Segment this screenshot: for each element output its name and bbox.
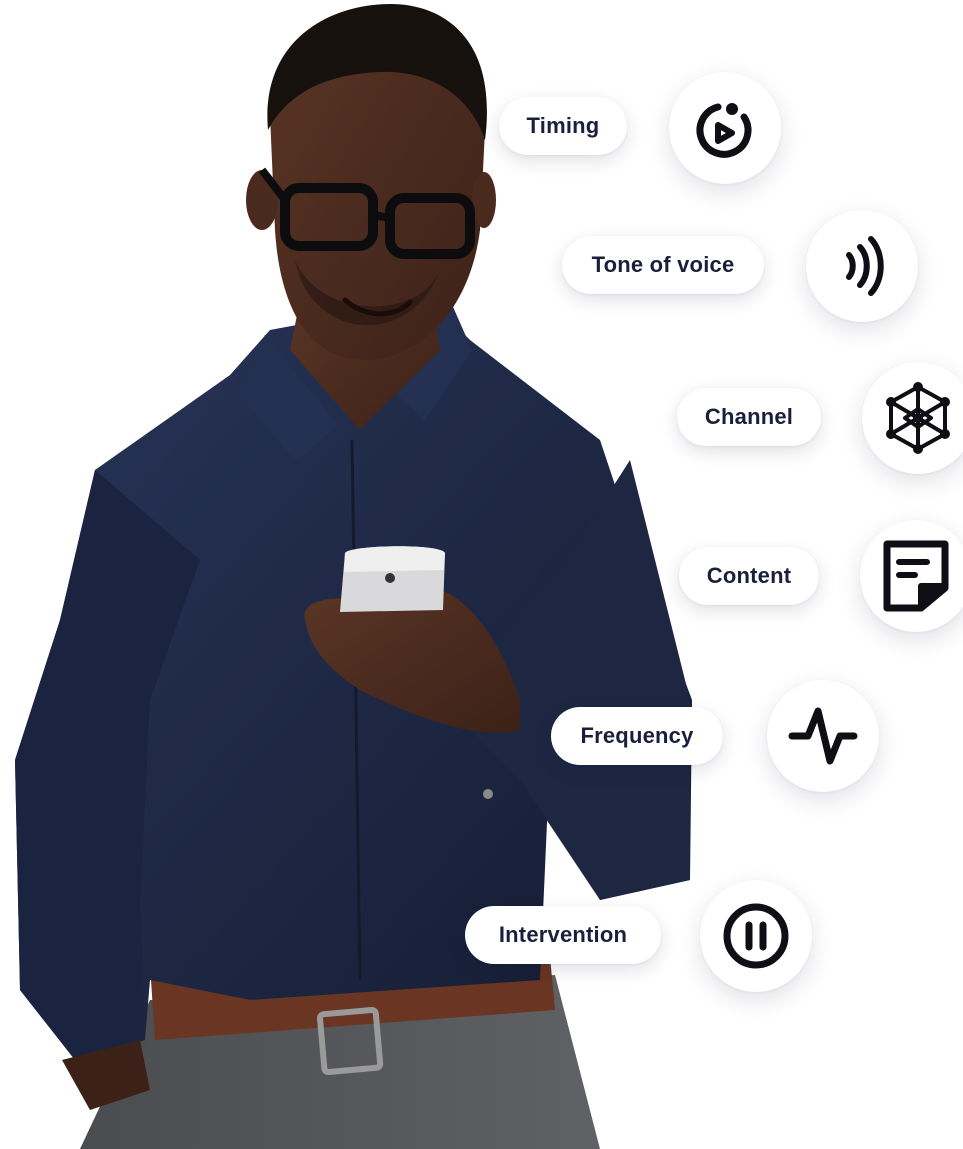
feature-label-channel: Channel: [677, 388, 821, 446]
frequency-bubble: [767, 680, 879, 792]
sound-waves-icon: [846, 236, 884, 296]
network-molecule-icon: [886, 382, 950, 454]
intervention-label: Intervention: [498, 922, 628, 947]
timing-bubble: [669, 72, 781, 184]
feature-label-frequency: Frequency: [551, 707, 723, 765]
feature-label-content: Content: [679, 547, 819, 605]
channel-bubble: [862, 362, 963, 474]
feature-label-timing: Timing: [499, 97, 627, 155]
frequency-label: Frequency: [580, 723, 694, 748]
feature-label-tone-of-voice: Tone of voice: [562, 236, 764, 294]
hero-scene: Timing Tone of voice Channel Content Fre…: [0, 0, 963, 1149]
tone-of-voice-label: Tone of voice: [591, 252, 735, 277]
content-label: Content: [706, 563, 792, 588]
note-document-icon: [883, 540, 949, 612]
feature-label-intervention: Intervention: [465, 906, 661, 964]
tone-of-voice-bubble: [806, 210, 918, 322]
content-bubble: [860, 520, 963, 632]
intervention-bubble: [700, 880, 812, 992]
channel-label: Channel: [704, 404, 794, 429]
pause-circle-icon: [723, 903, 789, 969]
stopwatch-icon: [696, 103, 752, 158]
pulse-icon: [788, 707, 858, 765]
timing-label: Timing: [526, 113, 600, 138]
